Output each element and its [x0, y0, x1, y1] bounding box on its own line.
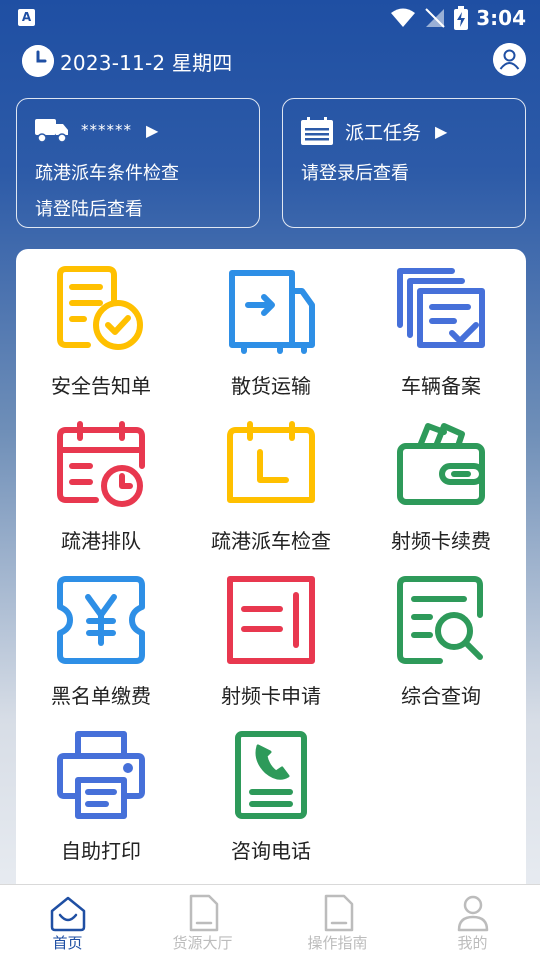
truck-transport-icon — [229, 270, 315, 354]
tile-rfid-renewal[interactable]: 射频卡续费 — [356, 404, 526, 554]
tile-dispatch-check[interactable]: 疏港派车检查 — [186, 404, 356, 554]
dispatch-check-card[interactable]: ****** ▶ 疏港派车条件检查 请登陆后查看 — [16, 98, 260, 228]
tile-label: 疏港排队 — [61, 529, 141, 553]
tab-guide[interactable]: 操作指南 — [270, 885, 405, 960]
tile-self-print[interactable]: 自助打印 — [16, 714, 186, 864]
truck-icon — [35, 119, 68, 143]
calendar-clock-icon — [57, 421, 145, 507]
tab-cargo-hall[interactable]: 货源大厅 — [135, 885, 270, 960]
tab-home[interactable]: 首页 — [0, 885, 135, 960]
tab-mine[interactable]: 我的 — [405, 885, 540, 960]
card-login-hint: 请登陆后查看 — [35, 199, 143, 220]
tile-label: 射频卡申请 — [221, 684, 321, 708]
tile-bulk-transport[interactable]: 散货运输 — [186, 249, 356, 399]
calendar-list-icon — [301, 117, 333, 145]
calendar-icon — [227, 421, 315, 503]
document-icon — [324, 894, 353, 932]
app-notification-icon: A — [18, 9, 35, 26]
status-time: 3:04 — [476, 6, 526, 30]
card-arrow-icon: ▶ — [435, 121, 448, 141]
tile-blacklist-payment[interactable]: 黑名单缴费 — [16, 559, 186, 709]
document-search-icon — [397, 576, 483, 664]
tile-port-queue[interactable]: 疏港排队 — [16, 404, 186, 554]
no-signal-icon — [425, 8, 445, 28]
bottom-tab-bar: 首页 货源大厅 操作指南 我的 — [0, 884, 540, 960]
card-arrow-icon: ▶ — [146, 120, 159, 140]
tile-hotline[interactable]: 咨询电话 — [186, 714, 356, 864]
document-check-icon — [57, 266, 143, 350]
tab-label: 首页 — [52, 934, 83, 952]
form-icon — [227, 576, 315, 664]
status-icons: 3:04 — [390, 5, 526, 31]
tile-label: 疏港派车检查 — [211, 529, 331, 553]
tile-label: 黑名单缴费 — [51, 684, 151, 708]
function-grid: 安全告知单 散货运输 车辆备案 疏港排队 疏港派车检查 射频卡续费 黑名单缴费 … — [16, 249, 526, 949]
card-subtitle: 疏港派车条件检查 — [35, 163, 179, 184]
printer-icon — [57, 731, 145, 819]
clock-icon — [22, 45, 54, 77]
tile-label: 咨询电话 — [231, 839, 311, 863]
tab-label: 货源大厅 — [172, 934, 233, 952]
user-profile-icon[interactable] — [493, 43, 526, 76]
card-title: 派工任务 — [345, 121, 422, 144]
tile-label: 散货运输 — [231, 374, 311, 398]
tile-safety-notice[interactable]: 安全告知单 — [16, 249, 186, 399]
current-date: 2023-11-2 星期四 — [60, 50, 233, 75]
card-login-hint: 请登录后查看 — [301, 163, 409, 184]
date-header: 2023-11-2 星期四 — [22, 44, 232, 78]
tile-label: 车辆备案 — [401, 374, 481, 398]
tile-label: 安全告知单 — [51, 374, 151, 398]
document-icon — [189, 894, 218, 932]
tile-rfid-application[interactable]: 射频卡申请 — [186, 559, 356, 709]
home-icon — [50, 896, 85, 932]
user-icon — [457, 895, 488, 932]
battery-charging-icon — [454, 6, 469, 30]
tile-vehicle-registration[interactable]: 车辆备案 — [356, 249, 526, 399]
tile-label: 射频卡续费 — [391, 529, 491, 553]
work-task-card[interactable]: 派工任务 ▶ 请登录后查看 — [282, 98, 526, 228]
tile-label: 自助打印 — [61, 839, 141, 863]
documents-check-icon — [397, 268, 485, 348]
phone-document-icon — [235, 731, 307, 819]
masked-plate: ****** — [81, 121, 132, 139]
wifi-icon — [391, 8, 416, 27]
tab-label: 我的 — [457, 934, 488, 952]
tile-general-query[interactable]: 综合查询 — [356, 559, 526, 709]
tab-label: 操作指南 — [307, 934, 368, 952]
status-bar: A 3:04 — [0, 0, 540, 36]
wallet-icon — [397, 423, 485, 505]
yen-ticket-icon — [57, 576, 145, 664]
tile-label: 综合查询 — [401, 684, 481, 708]
